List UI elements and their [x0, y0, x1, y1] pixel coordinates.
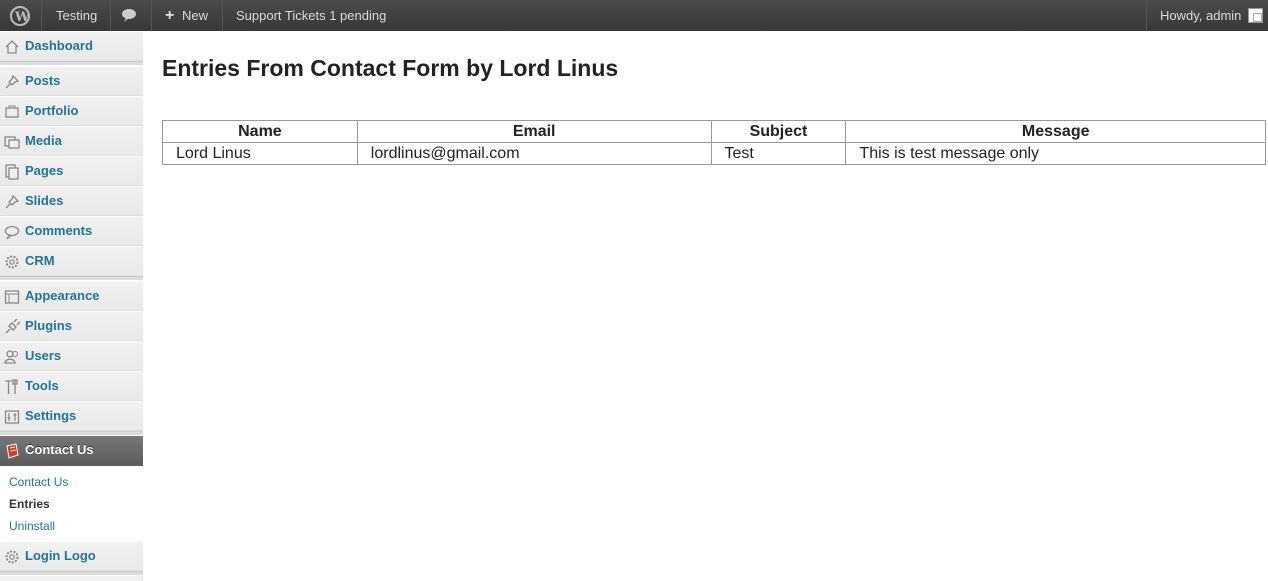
sidebar-item-contact-us[interactable]: Contact Us [0, 436, 152, 466]
support-tickets-link[interactable]: Support Tickets 1 pending [236, 0, 386, 31]
sidebar-item-label: Plugins [25, 318, 72, 333]
sidebar-item-dashboard[interactable]: Dashboard [0, 31, 143, 61]
sidebar-item-label: Portfolio [25, 103, 79, 118]
account-greeting[interactable]: Howdy, admin [1160, 0, 1241, 31]
cell-email: lordlinus@gmail.com [356, 142, 712, 165]
portfolio-icon [4, 104, 20, 120]
admin-bar: W Testing + New Support Tickets 1 pendin… [0, 0, 1268, 31]
wordpress-logo-icon[interactable]: W [10, 6, 30, 26]
users-icon [4, 349, 20, 365]
sidebar-item-plugins[interactable]: Plugins [0, 311, 143, 341]
sidebar-item-label: Dashboard [25, 38, 93, 53]
contact-form-icon [4, 443, 20, 464]
sidebar-item-portfolio[interactable]: Portfolio [0, 96, 143, 126]
home-icon [4, 39, 20, 55]
column-header-subject: Subject [710, 120, 847, 143]
settings-icon [4, 409, 20, 425]
sidebar-item-label: Pages [25, 163, 64, 178]
sidebar-item-slides[interactable]: Slides [0, 186, 143, 216]
submenu-item-contact-us[interactable]: Contact Us [9, 475, 68, 489]
cell-message: This is test message only [845, 142, 1266, 165]
table-row: Lord Linus lordlinus@gmail.com Test This… [162, 142, 1266, 165]
contact-us-submenu: Contact Us Entries Uninstall [0, 466, 143, 541]
avatar[interactable] [1248, 8, 1263, 23]
gear-icon [4, 549, 20, 565]
plug-icon [4, 318, 21, 335]
appearance-icon [4, 289, 20, 305]
gear-icon [4, 254, 20, 270]
admin-sidebar: Dashboard Posts Portfolio Media Pages Sl… [0, 31, 152, 581]
column-header-name: Name [162, 120, 358, 143]
sidebar-item-label: Slides [25, 193, 64, 208]
submenu-item-entries[interactable]: Entries [9, 497, 50, 511]
site-name-link[interactable]: Testing [56, 0, 97, 31]
sidebar-item-media[interactable]: Media [0, 126, 143, 156]
sidebar-item-pages[interactable]: Pages [0, 156, 143, 186]
sidebar-item-comments[interactable]: Comments [0, 216, 143, 246]
sidebar-item-label: CRM [25, 253, 55, 268]
sidebar-item-label: Users [25, 348, 62, 363]
tools-icon [4, 379, 20, 395]
cell-name: Lord Linus [162, 142, 358, 165]
main-content: Entries From Contact Form by Lord Linus … [143, 31, 1268, 581]
svg-text:W: W [14, 10, 28, 24]
table-header-row: Name Email Subject Message [162, 120, 1266, 143]
new-content-button[interactable]: + New [165, 0, 208, 31]
sidebar-item-label: Comments [25, 223, 93, 238]
sidebar-item-label: Contact Us [25, 442, 94, 457]
sidebar-item-label: Tools [25, 378, 59, 393]
sidebar-item-appearance[interactable]: Appearance [0, 281, 143, 311]
column-header-message: Message [845, 120, 1266, 143]
pushpin-icon [4, 74, 20, 90]
sidebar-item-label: Media [25, 133, 62, 148]
media-icon [4, 134, 20, 150]
column-header-email: Email [356, 120, 712, 143]
plus-icon: + [165, 7, 175, 24]
pushpin-icon [4, 194, 20, 210]
sidebar-item-crm[interactable]: CRM [0, 246, 143, 276]
submenu-item-uninstall[interactable]: Uninstall [9, 519, 55, 533]
pages-icon [4, 164, 20, 180]
page-title: Entries From Contact Form by Lord Linus [162, 55, 619, 81]
sidebar-item-users[interactable]: Users [0, 341, 143, 371]
entries-table: Name Email Subject Message Lord Linus lo… [162, 120, 1266, 165]
sidebar-item-label: Settings [25, 408, 77, 423]
sidebar-item-label: Appearance [25, 288, 100, 303]
sidebar-item-tools[interactable]: Tools [0, 371, 143, 401]
sidebar-item-label: Posts [25, 73, 61, 88]
comment-icon [4, 224, 20, 240]
sidebar-item-label: Login Logo [25, 548, 96, 563]
new-label: New [181, 8, 208, 23]
cell-subject: Test [710, 142, 847, 165]
sidebar-item-posts[interactable]: Posts [0, 66, 143, 96]
sidebar-item-settings[interactable]: Settings [0, 401, 143, 431]
comment-bubble-icon[interactable] [121, 7, 137, 26]
sidebar-item-login-logo[interactable]: Login Logo [0, 541, 143, 571]
